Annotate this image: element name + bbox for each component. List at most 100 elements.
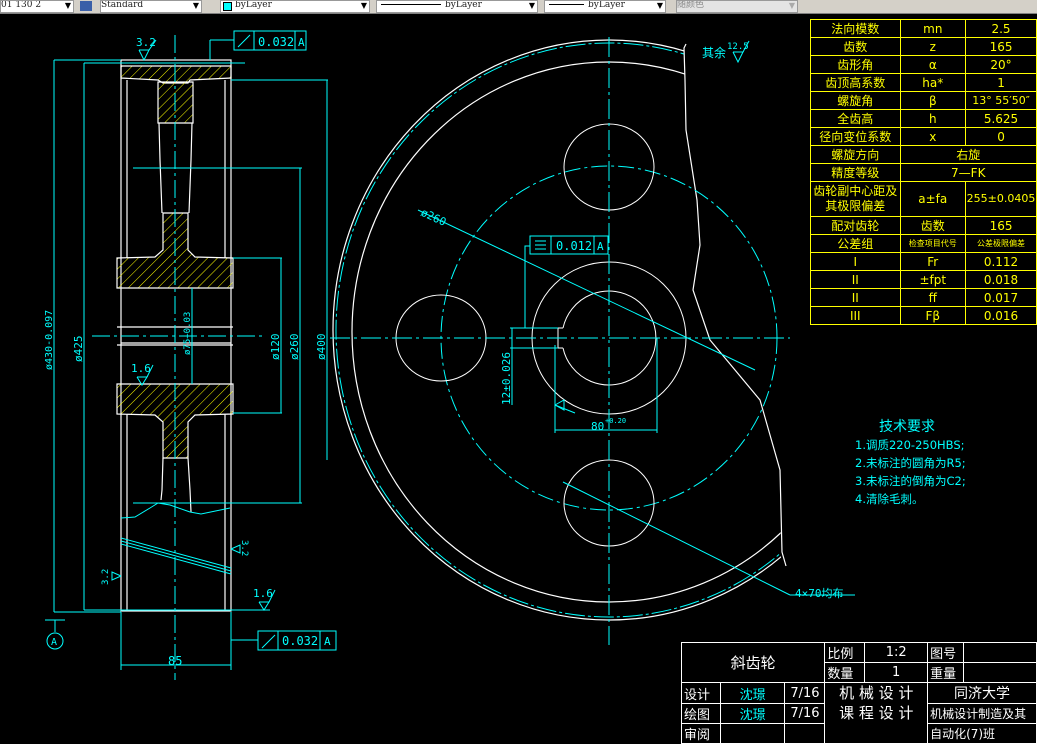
param-symbol: ±fpt: [899, 270, 967, 289]
table-row: 螺旋角 β 13° 55′50″: [810, 91, 1037, 110]
dim-d120: ø120: [269, 334, 282, 361]
param-name: 全齿高: [810, 109, 901, 128]
roughness-right: 3.2: [239, 540, 249, 556]
tech-item: 2.未标注的圆角为R5;: [855, 456, 966, 470]
param-value: 255±0.0405: [965, 181, 1037, 217]
datum-a-label: A: [51, 637, 57, 648]
param-value: 5.625: [965, 109, 1037, 128]
param-name: 法向模数: [810, 19, 901, 38]
param-symbol: Fr: [899, 252, 967, 271]
param-symbol: α: [899, 55, 967, 74]
rim-section-top: [120, 65, 232, 84]
param-value: 0.018: [965, 270, 1037, 289]
holes-label: 4×70均布: [795, 587, 844, 600]
param-value: 20°: [965, 55, 1037, 74]
chevron-down-icon: ▼: [64, 1, 71, 10]
param-name: I: [810, 252, 901, 271]
dim-pcd: ø260: [419, 206, 449, 229]
tech-title: 技术要求: [879, 419, 935, 435]
param-symbol: h: [899, 109, 967, 128]
text-style-icon: [80, 1, 92, 11]
param-value: 13° 55′50″: [965, 91, 1037, 110]
weight-value: [963, 662, 1037, 683]
param-symbol: 齿数: [899, 216, 967, 235]
runout-top-value: 0.032: [258, 35, 294, 49]
roughness-other-label: 其余: [702, 45, 726, 60]
color-combo[interactable]: byLayer ▼: [220, 0, 370, 13]
chevron-down-icon: ▼: [360, 1, 367, 10]
param-value: 0.016: [965, 306, 1037, 325]
param-symbol: ha*: [899, 73, 967, 92]
table-row: 螺旋方向 右旋: [810, 145, 1037, 164]
param-value: 右旋: [899, 145, 1037, 164]
color-value: byLayer: [235, 0, 272, 10]
technical-requirements: 技术要求 1.调质220-250HBS; 2.未标注的圆角为R5; 3.未标注的…: [855, 418, 966, 508]
text-style-combo[interactable]: Standard ▼: [100, 0, 202, 13]
chevron-down-icon: ▼: [528, 1, 535, 10]
linetype-combo[interactable]: byLayer ▼: [376, 0, 538, 13]
roughness-bore: 1.6: [131, 362, 151, 375]
param-name: 齿顶高系数: [810, 73, 901, 92]
param-value: 165: [965, 216, 1037, 235]
table-row: 配对齿轮 齿数 165: [810, 216, 1037, 235]
dim-keyway: 12±0.026: [500, 352, 513, 405]
color-swatch-icon: [223, 2, 232, 11]
draw-date: 7/16: [784, 703, 826, 724]
dim-d260: ø260: [288, 334, 301, 361]
table-row: III Fβ 0.016: [810, 306, 1037, 325]
param-symbol: x: [899, 127, 967, 146]
chevron-down-icon: ▼: [788, 1, 795, 10]
table-row: 齿形角 α 20°: [810, 55, 1037, 74]
lineweight-combo[interactable]: byLayer ▼: [544, 0, 666, 13]
dim-d400: ø400: [315, 334, 328, 361]
param-symbol: z: [899, 37, 967, 56]
scale-value: 01 130 2: [1, 0, 42, 10]
param-name: 齿数: [810, 37, 901, 56]
param-name: 齿形角: [810, 55, 901, 74]
table-row: 齿顶高系数 ha* 1: [810, 73, 1037, 92]
tech-item: 3.未标注的倒角为C2;: [855, 474, 966, 488]
design-date: 7/16: [784, 682, 826, 704]
param-name: 公差组: [810, 234, 901, 253]
line-sample-icon: [381, 4, 441, 5]
drawer: 沈璟: [719, 703, 786, 724]
runout-bottom-datum: A: [324, 635, 331, 648]
toolbar: 01 130 2 ▼ Standard ▼ byLayer ▼ byLayer ▼ by…: [0, 0, 1037, 14]
line-sample-icon: [549, 4, 584, 5]
drawing-no-value: [963, 642, 1037, 663]
course-line2: 课 程 设 计: [839, 704, 914, 722]
linetype-value: byLayer: [445, 0, 482, 10]
param-header: 检查项目代号: [899, 234, 967, 253]
param-name: 螺旋角: [810, 91, 901, 110]
param-value: 0.112: [965, 252, 1037, 271]
front-view: [330, 37, 855, 645]
tech-item: 4.清除毛刺。: [855, 492, 924, 506]
dim-d425: ø425: [72, 336, 85, 363]
param-value: 1: [965, 73, 1037, 92]
table-row: 齿轮副中心距及其极限偏差 a±fa 255±0.0405: [810, 181, 1037, 217]
gear-parameter-table: 法向模数 mn 2.5 齿数 z 165 齿形角 α 20° 齿顶高系数 ha* 1 螺旋角 β 1…: [810, 19, 1037, 325]
dim-d430: ø430-0.097: [44, 310, 55, 370]
tech-item: 1.调质220-250HBS;: [855, 438, 965, 452]
param-symbol: β: [899, 91, 967, 110]
course-line1: 机 械 设 计: [839, 684, 914, 702]
symmetry-value: 0.012: [556, 239, 592, 253]
param-name: II: [810, 270, 901, 289]
dim-hub: 80: [591, 420, 604, 433]
param-value: 2.5: [965, 19, 1037, 38]
param-value: 0: [965, 127, 1037, 146]
weight-label: 重量: [927, 662, 965, 683]
runout-bottom-value: 0.032: [282, 634, 318, 648]
table-row: I Fr 0.112: [810, 252, 1037, 271]
table-row: II ff 0.017: [810, 288, 1037, 307]
table-row: 精度等级 7—FK: [810, 163, 1037, 182]
plot-style-combo[interactable]: 随颜色 ▼: [676, 0, 798, 13]
table-row: 公差组 检查项目代号 公差极限偏差: [810, 234, 1037, 253]
lineweight-value: byLayer: [588, 0, 625, 10]
roughness-top: 3.2: [136, 36, 156, 49]
chevron-down-icon: ▼: [192, 1, 199, 10]
dim-hub-tol: +0.20: [605, 417, 626, 425]
table-row: 齿数 z 165: [810, 37, 1037, 56]
scale-combo[interactable]: 01 130 2 ▼: [0, 0, 74, 13]
param-value: 165: [965, 37, 1037, 56]
